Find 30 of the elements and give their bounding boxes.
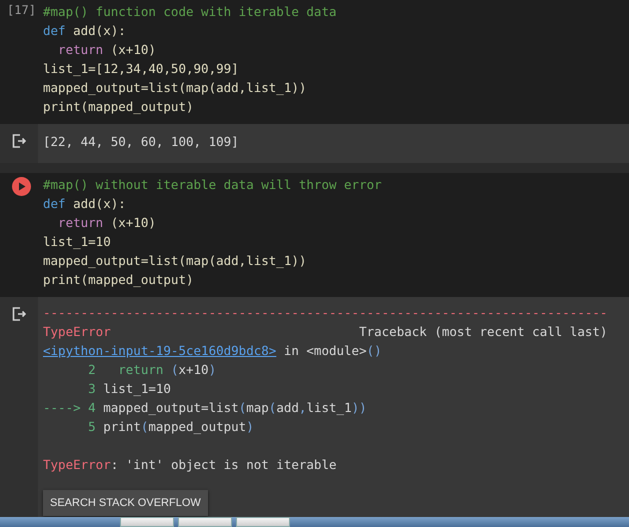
taskbar-button[interactable]	[236, 517, 290, 527]
search-stack-overflow-button[interactable]: SEARCH STACK OVERFLOW	[43, 490, 208, 516]
taskbar-button[interactable]	[178, 517, 232, 527]
traceback-line: <ipython-input-19-5ce160d9bdc8> in <module>()	[43, 342, 383, 360]
code-line: mapped_output=list(map(add,list_1))	[43, 252, 308, 270]
execution-count: [17]	[7, 3, 36, 17]
code-line: def add(x):	[43, 22, 127, 40]
code-line: return (x+10)	[57, 41, 157, 59]
traceback-line: ----> 4 mapped_output=list(map(add,list_1))	[43, 399, 368, 417]
traceback-line: ---------------------------------------------------------------------------	[43, 304, 608, 322]
code-line: #map() function code with iterable data	[43, 3, 336, 21]
traceback-line: TypeError Traceback (most recent call last)	[43, 323, 608, 341]
output-icon	[12, 307, 26, 321]
code-line: return (x+10)	[57, 214, 157, 232]
code-line: print(mapped_output)	[43, 98, 195, 116]
traceback-line: 2 return (x+10)	[87, 361, 218, 379]
play-icon	[18, 182, 26, 191]
code-line: def add(x):	[43, 195, 127, 213]
code-line: print(mapped_output)	[43, 271, 195, 289]
output-line: [22, 44, 50, 60, 100, 109]	[43, 133, 239, 151]
traceback-line: 5 print(mapped_output)	[87, 418, 255, 436]
error-message: TypeError: 'int' object is not iterable	[43, 456, 338, 474]
run-button[interactable]	[12, 177, 31, 196]
code-line: #map() without iterable data will throw error	[43, 176, 382, 194]
code-line: mapped_output=list(map(add,list_1))	[43, 79, 308, 97]
traceback-line: 3 list_1=10	[87, 380, 172, 398]
output-icon	[12, 134, 26, 148]
code-line: list_1=10	[43, 233, 112, 251]
code-line: list_1=[12,34,40,50,90,99]	[43, 60, 240, 78]
taskbar-button[interactable]	[120, 517, 174, 527]
